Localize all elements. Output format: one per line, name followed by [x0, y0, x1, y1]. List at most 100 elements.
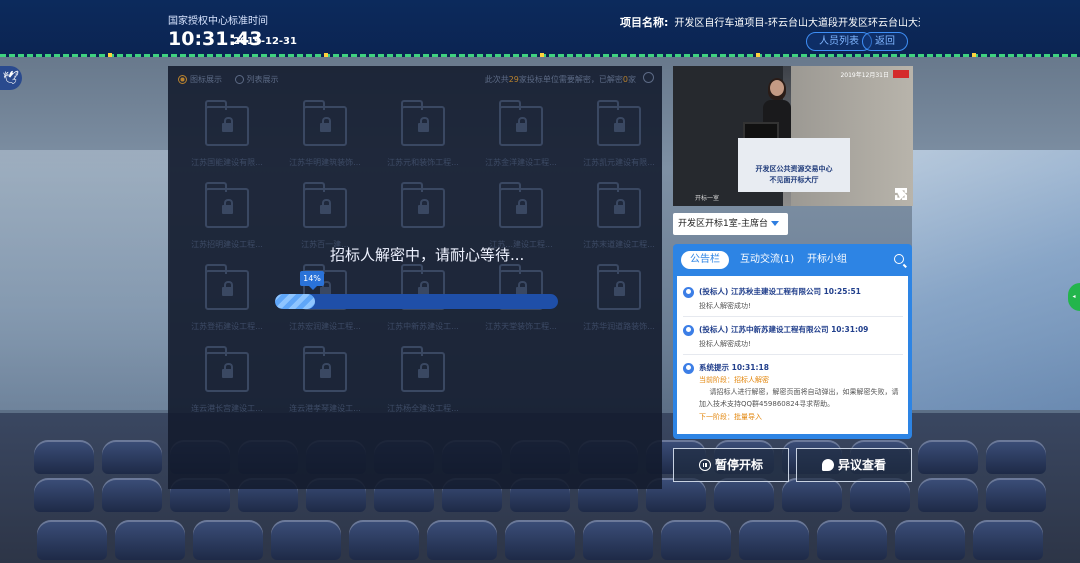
bidder-name: 江苏元和装饰工程... [387, 158, 459, 167]
bidder-tile[interactable]: 连云港长宫建设工... [182, 346, 272, 418]
locked-folder-icon [499, 182, 543, 228]
search-icon[interactable] [643, 72, 654, 83]
video-timestamp: 2019年12月31日 [840, 72, 889, 79]
record-indicator [893, 70, 909, 78]
radio-dot-icon [178, 75, 187, 84]
locked-folder-icon [499, 100, 543, 146]
bidder-name: 江苏天堂装饰工程... [485, 322, 557, 331]
locked-folder-icon [303, 182, 347, 228]
decrypt-stats: 此次共29家投标单位需要解密，已解密0家 [484, 75, 636, 84]
user-icon [683, 287, 694, 298]
background-window-right [912, 150, 1080, 410]
bidder-tile[interactable]: 江苏杨全建设工程... [378, 346, 468, 418]
bidder-tile[interactable]: 连云港孝琴建设工... [280, 346, 370, 418]
room-select[interactable]: 开发区开标1室-主席台 [673, 213, 788, 235]
locked-folder-icon [597, 100, 641, 146]
clock-date: 2019-12-31 [233, 36, 297, 47]
locked-folder-icon [205, 264, 249, 310]
bidder-name: 江苏登拓建设工程... [191, 322, 263, 331]
bidder-tile[interactable]: 江苏凯元建设有限... [574, 100, 664, 172]
message-title: 系统提示 10:31:18 [699, 363, 769, 372]
bidder-name: 江苏华润道路装饰... [583, 322, 655, 331]
desk-text-line1: 开发区公共资源交易中心 [755, 165, 833, 173]
decrypt-message: 招标人解密中，请耐心等待... [330, 246, 525, 264]
divider-marker [324, 53, 328, 57]
tab-interaction[interactable]: 互动交流(1) [740, 251, 794, 269]
video-caption: 开标一室 [695, 195, 720, 202]
radio-list-view[interactable]: 列表展示 [234, 74, 279, 85]
clock-label: 国家授权中心标准时间 [168, 16, 268, 27]
bidder-name: 江苏宏润建设工程... [289, 322, 361, 331]
locked-folder-icon [205, 346, 249, 392]
bidder-name: 江苏金洋建设工程... [485, 158, 557, 167]
bidder-tile[interactable]: 江苏华润道路装饰... [574, 264, 664, 336]
bidder-name: 江苏国能建设有限... [191, 158, 263, 167]
locked-folder-icon [401, 182, 445, 228]
bidder-name: 连云港孝琴建设工... [289, 404, 361, 413]
radio-icon-label: 图标展示 [190, 75, 222, 84]
bidder-name: 江苏杨全建设工程... [387, 404, 459, 413]
bidder-name: 江苏末道建设工程... [583, 240, 655, 249]
divider-marker [972, 53, 976, 57]
background-window-left [0, 150, 170, 410]
caret-down-icon [771, 221, 779, 226]
bidder-tile[interactable]: 江苏金洋建设工程... [476, 100, 566, 172]
radio-list-label: 列表展示 [246, 75, 279, 84]
pause-label: 暂停开标 [714, 458, 763, 472]
bidder-name: 江苏凯元建设有限... [583, 158, 655, 167]
decrypt-progress-bar [275, 294, 558, 309]
project-name: 开发区自行车道项目-环云台山大道段开发区环云台山大道段自行车道... [674, 18, 920, 29]
seat-row [0, 520, 1080, 560]
tab-bulletin[interactable]: 公告栏 [681, 251, 729, 269]
locked-folder-icon [205, 100, 249, 146]
header-bar: 国家授权中心标准时间 10:31:43 2019-12-31 项目名称: 开发区自… [0, 0, 1080, 57]
bidder-tile[interactable]: 江苏末道建设工程... [574, 182, 664, 254]
user-icon [683, 325, 694, 336]
message-text: 投标人解密成功! [699, 340, 751, 348]
project-label: 项目名称: [620, 16, 669, 29]
notice-tabs: 公告栏 互动交流(1) 开标小组 [681, 251, 906, 271]
message-stage: 当前阶段：招标人解密 [699, 376, 769, 384]
locked-folder-icon [303, 100, 347, 146]
desk-text-line2: 不见面开标大厅 [769, 176, 819, 184]
message-next-stage: 下一阶段：批量导入 [699, 413, 762, 421]
notice-list: (投标人) 江苏秋圭建设工程有限公司 10:25:51 投标人解密成功! (投标… [677, 276, 908, 434]
locked-folder-icon [597, 264, 641, 310]
locked-folder-icon [401, 100, 445, 146]
video-feed[interactable]: 开发区公共资源交易中心 不见面开标大厅 2019年12月31日 开标一室 [673, 66, 913, 206]
bidder-name: 江苏华明建筑装饰... [289, 158, 361, 167]
objection-label: 异议查看 [837, 458, 886, 472]
locked-folder-icon [205, 182, 249, 228]
bidder-name: 连云港长宫建设工... [191, 404, 263, 413]
locked-folder-icon [597, 182, 641, 228]
podium-desk: 开发区公共资源交易中心 不见面开标大厅 [738, 138, 850, 192]
message-title: (投标人) 江苏中新苏建设工程有限公司 10:31:09 [699, 325, 869, 334]
message-title: (投标人) 江苏秋圭建设工程有限公司 10:25:51 [699, 287, 861, 296]
divider-marker [108, 53, 112, 57]
room-select-value: 开发区开标1室-主席台 [678, 219, 768, 229]
bidder-panel: 图标展示 列表展示 此次共29家投标单位需要解密，已解密0家 江苏国能建设有限.… [168, 66, 662, 489]
radio-icon-view[interactable]: 图标展示 [178, 74, 222, 85]
locked-folder-icon [401, 346, 445, 392]
bidder-tile[interactable]: 江苏国能建设有限... [182, 100, 272, 172]
pause-opening-button[interactable]: 暂停开标 [673, 448, 789, 482]
search-icon[interactable] [894, 254, 904, 264]
tab-bid-team[interactable]: 开标小组 [807, 251, 847, 269]
bidder-name: 江苏中新苏建设工... [387, 322, 459, 331]
project-title: 项目名称: 开发区自行车道项目-环云台山大道段开发区环云台山大道段自行车道... [620, 14, 920, 30]
panel-toolbar: 图标展示 列表展示 此次共29家投标单位需要解密，已解密0家 [178, 72, 654, 88]
message-text: 请招标人进行解密，解密页面将自动弹出，如果解密失败，请加入技术支持QQ群4598… [699, 388, 899, 408]
bidder-tile[interactable]: 江苏登拓建设工程... [182, 264, 272, 336]
back-button[interactable]: 返回 [862, 32, 908, 51]
message-text: 投标人解密成功! [699, 302, 751, 310]
bidder-tile[interactable]: 江苏招明建设工程... [182, 182, 272, 254]
notice-panel: 公告栏 互动交流(1) 开标小组 (投标人) 江苏秋圭建设工程有限公司 10:2… [673, 244, 912, 439]
pause-icon [698, 459, 711, 471]
view-objection-button[interactable]: 异议查看 [796, 448, 912, 482]
bidder-name: 江苏招明建设工程... [191, 240, 263, 249]
locked-folder-icon [303, 346, 347, 392]
divider-marker [540, 53, 544, 57]
progress-label: 14% [300, 271, 324, 290]
bidder-tile[interactable]: 江苏华明建筑装饰... [280, 100, 370, 172]
bidder-tile[interactable]: 江苏元和装饰工程... [378, 100, 468, 172]
